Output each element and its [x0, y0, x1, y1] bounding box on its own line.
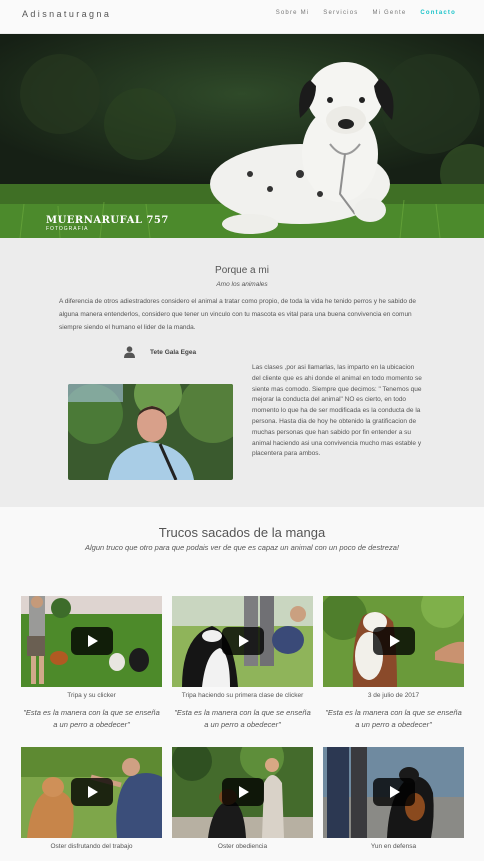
main-nav: Sobre Mi Servicios Mi Gente Contacto: [276, 10, 456, 16]
video-quote: "Esta es la manera con la que se enseña …: [325, 708, 462, 729]
play-icon[interactable]: [71, 778, 113, 806]
nav-servicios[interactable]: Servicios: [323, 10, 358, 16]
tricks-title: Trucos sacados de la manga: [158, 525, 326, 540]
video-card: Yun en defensa: [323, 747, 464, 850]
video-caption: Oster obediencia: [217, 843, 268, 850]
video-caption: Oster disfrutando del trabajo: [50, 843, 133, 850]
photographer-watermark: MUERNARUFAL 757 FOTOGRAFIA: [46, 215, 169, 232]
video-caption: Tripa y su clicker: [67, 692, 116, 699]
tricks-section: Trucos sacados de la manga Algun truco q…: [0, 507, 484, 861]
video-card: Oster obediencia: [172, 747, 313, 850]
video-thumbnail[interactable]: [21, 747, 162, 838]
video-thumbnail[interactable]: [323, 747, 464, 838]
nav-sobre-mi[interactable]: Sobre Mi: [276, 10, 310, 16]
play-icon[interactable]: [373, 627, 415, 655]
person-icon: [124, 346, 135, 358]
video-thumbnail[interactable]: [172, 747, 313, 838]
video-card: Oster disfrutando del trabajo: [21, 747, 162, 850]
watermark-line2: FOTOGRAFIA: [46, 226, 89, 232]
play-icon[interactable]: [222, 778, 264, 806]
video-caption: 3 de julio de 2017: [367, 692, 420, 699]
about-subtitle: Amo los animales: [216, 281, 268, 288]
about-bio: Las clases ,por asi llamarlas, las impar…: [252, 364, 422, 458]
video-thumbnail[interactable]: [21, 596, 162, 687]
play-icon[interactable]: [71, 627, 113, 655]
video-quote: "Esta es la manera con la que se enseña …: [23, 708, 160, 729]
video-card: Tripa haciendo su primera clase de click…: [172, 596, 313, 731]
person-name: Tete Gala Egea: [150, 349, 197, 356]
video-quote: "Esta es la manera con la que se enseña …: [174, 708, 311, 729]
hero-slider[interactable]: MUERNARUFAL 757 FOTOGRAFIA: [0, 34, 484, 238]
about-section: Porque a mi Amo los animales A diferenci…: [0, 238, 484, 507]
video-card: 3 de julio de 2017 "Esta es la manera co…: [323, 596, 464, 731]
about-intro: A diferencia de otros adiestradores cons…: [59, 298, 416, 331]
trainer-photo: [68, 384, 233, 480]
video-thumbnail[interactable]: [172, 596, 313, 687]
video-caption: Tripa haciendo su primera clase de click…: [181, 692, 304, 699]
hero-image: [0, 34, 484, 238]
about-title: Porque a mi: [215, 265, 269, 276]
play-icon[interactable]: [373, 778, 415, 806]
watermark-line1: MUERNARUFAL 757: [46, 215, 169, 226]
play-icon[interactable]: [222, 627, 264, 655]
video-card: Tripa y su clicker "Esta es la manera co…: [21, 596, 162, 731]
brand-logo[interactable]: Adisnaturagna: [22, 9, 111, 19]
video-thumbnail[interactable]: [323, 596, 464, 687]
nav-contacto[interactable]: Contacto: [420, 10, 456, 16]
tricks-subtitle: Algun truco que otro para que podais ver…: [85, 543, 399, 552]
nav-mi-gente[interactable]: Mi Gente: [372, 10, 406, 16]
site-header: Adisnaturagna Sobre Mi Servicios Mi Gent…: [0, 0, 484, 34]
video-caption: Yun en defensa: [370, 843, 417, 850]
